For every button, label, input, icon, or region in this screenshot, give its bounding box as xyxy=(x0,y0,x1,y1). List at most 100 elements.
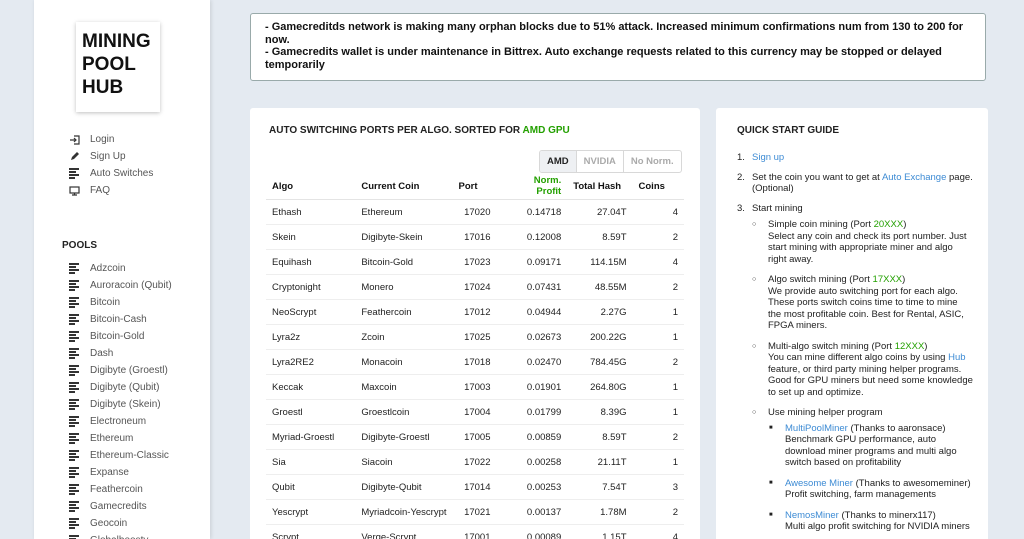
table-header-row: Algo Current Coin Port Norm. Profit Tota… xyxy=(266,173,684,200)
nav-auto-switches[interactable]: Auto Switches xyxy=(68,165,153,182)
col-profit[interactable]: Norm. Profit xyxy=(502,173,568,200)
circle-bullet-icon: ○ xyxy=(752,409,757,416)
list-icon xyxy=(68,483,80,496)
pool-item[interactable]: Dash xyxy=(68,345,172,362)
guide-body: 1. Sign up 2. Set the coin you want to g… xyxy=(737,152,973,539)
cell-profit: 0.00089 xyxy=(502,524,568,539)
cell-hash: 1.15T xyxy=(567,524,633,539)
pool-item-label: Bitcoin-Gold xyxy=(90,331,145,342)
cell-profit: 0.07431 xyxy=(502,274,568,300)
cell-coins: 4 xyxy=(632,199,684,225)
pool-item[interactable]: Ethereum xyxy=(68,430,172,447)
cell-hash: 2.27G xyxy=(567,299,633,325)
list-icon xyxy=(68,466,80,479)
cell-algo: Keccak xyxy=(266,374,356,400)
list-icon xyxy=(68,167,80,180)
multipoolminer-link[interactable]: MultiPoolMiner xyxy=(785,423,848,434)
table-row[interactable]: Groestl Groestlcoin 17004 0.01799 8.39G 1 xyxy=(266,399,684,425)
no-norm-button[interactable]: No Norm. xyxy=(622,151,681,172)
pool-item[interactable]: Digibyte (Qubit) xyxy=(68,379,172,396)
pool-item-label: Ethereum-Classic xyxy=(90,450,169,461)
site-logo[interactable]: MINING POOL HUB xyxy=(76,22,160,112)
cell-hash: 784.45G xyxy=(567,349,633,375)
pool-item[interactable]: Bitcoin xyxy=(68,294,172,311)
pool-item[interactable]: Feathercoin xyxy=(68,481,172,498)
pencil-icon xyxy=(68,151,80,162)
pool-item[interactable]: Bitcoin-Cash xyxy=(68,311,172,328)
cell-coins: 1 xyxy=(632,324,684,350)
table-row[interactable]: Myriad-Groestl Digibyte-Groestl 17005 0.008… xyxy=(266,424,684,450)
amd-button[interactable]: AMD xyxy=(540,151,576,172)
table-row[interactable]: Lyra2RE2 Monacoin 17018 0.02470 784.45G 2 xyxy=(266,349,684,375)
pool-item[interactable]: Electroneum xyxy=(68,413,172,430)
col-coin[interactable]: Current Coin xyxy=(355,173,453,200)
pool-item[interactable]: Gamecredits xyxy=(68,498,172,515)
nav-auto-switches-label: Auto Switches xyxy=(90,168,154,179)
ports-table: Algo Current Coin Port Norm. Profit Tota… xyxy=(266,173,684,539)
pool-item[interactable]: Adzcoin xyxy=(68,260,172,277)
pool-item[interactable]: Auroracoin (Qubit) xyxy=(68,277,172,294)
table-row[interactable]: Keccak Maxcoin 17003 0.01901 264.80G 1 xyxy=(266,374,684,400)
table-row[interactable]: Scrypt Verge-Scrypt 17001 0.00089 1.15T 4 xyxy=(266,524,684,539)
cell-coin: Digibyte-Groestl xyxy=(355,424,453,450)
cell-port: 17003 xyxy=(452,374,503,400)
col-hash[interactable]: Total Hash xyxy=(567,173,633,200)
awesome-miner-link[interactable]: Awesome Miner xyxy=(785,478,853,489)
col-coins[interactable]: Coins xyxy=(632,173,684,200)
hub-link[interactable]: Hub xyxy=(948,352,965,363)
auto-exchange-link[interactable]: Auto Exchange xyxy=(882,172,946,183)
signup-link[interactable]: Sign up xyxy=(752,152,784,163)
cell-algo: Ethash xyxy=(266,199,356,225)
cell-profit: 0.00253 xyxy=(502,474,568,500)
pool-item[interactable]: Digibyte (Groestl) xyxy=(68,362,172,379)
pool-item[interactable]: Expanse xyxy=(68,464,172,481)
table-row[interactable]: Sia Siacoin 17022 0.00258 21.11T 1 xyxy=(266,449,684,475)
quick-start-panel: QUICK START GUIDE 1. Sign up 2. Set the … xyxy=(716,108,988,539)
nav-signup[interactable]: Sign Up xyxy=(68,148,153,165)
nav-login[interactable]: Login xyxy=(68,131,153,148)
simple-mining-item: ○ Simple coin mining (Port 20XXX) Select … xyxy=(752,219,967,265)
nav-faq[interactable]: FAQ xyxy=(68,182,153,199)
list-icon xyxy=(68,364,80,377)
pools-heading: POOLS xyxy=(62,240,98,251)
table-row[interactable]: Qubit Digibyte-Qubit 17014 0.00253 7.54T 3 xyxy=(266,474,684,500)
square-bullet-icon: ■ xyxy=(769,479,773,486)
guide-step-3: 3. Start mining xyxy=(737,202,803,214)
table-row[interactable]: Cryptonight Monero 17024 0.07431 48.55M 2 xyxy=(266,274,684,300)
notice-line-1: - Gamecreditds network is making many or… xyxy=(265,21,964,46)
cell-algo: Cryptonight xyxy=(266,274,356,300)
cell-coins: 3 xyxy=(632,474,684,500)
cell-port: 17014 xyxy=(452,474,503,500)
cell-algo: Scrypt xyxy=(266,524,356,539)
ports-title-text: AUTO SWITCHING PORTS PER ALGO. SORTED FO… xyxy=(269,125,521,136)
table-row[interactable]: NeoScrypt Feathercoin 17012 0.04944 2.27G 1 xyxy=(266,299,684,325)
cell-coins: 1 xyxy=(632,449,684,475)
nemosminer-link[interactable]: NemosMiner xyxy=(785,510,839,521)
table-row[interactable]: Lyra2z Zcoin 17025 0.02673 200.22G 1 xyxy=(266,324,684,350)
cell-coins: 2 xyxy=(632,274,684,300)
nvidia-button[interactable]: NVIDIA xyxy=(575,151,623,172)
ports-title-highlight: AMD GPU xyxy=(522,125,570,136)
pool-item[interactable]: Geocoin xyxy=(68,515,172,532)
table-row[interactable]: Equihash Bitcoin-Gold 17023 0.09171 114.15M 4 xyxy=(266,249,684,275)
cell-coin: Digibyte-Skein xyxy=(355,224,453,250)
cell-coin: Digibyte-Qubit xyxy=(355,474,453,500)
table-row[interactable]: Skein Digibyte-Skein 17016 0.12008 8.59T 2 xyxy=(266,224,684,250)
cell-profit: 0.09171 xyxy=(502,249,568,275)
col-algo[interactable]: Algo xyxy=(266,173,356,200)
table-row[interactable]: Yescrypt Myriadcoin-Yescrypt 17021 0.00137 1… xyxy=(266,499,684,525)
list-icon xyxy=(68,296,80,309)
cell-hash: 7.54T xyxy=(567,474,633,500)
cell-port: 17025 xyxy=(452,324,503,350)
cell-port: 17023 xyxy=(452,249,503,275)
pool-item[interactable]: Ethereum-Classic xyxy=(68,447,172,464)
col-port[interactable]: Port xyxy=(452,173,503,200)
pool-item[interactable]: Bitcoin-Gold xyxy=(68,328,172,345)
square-bullet-icon: ■ xyxy=(769,511,773,518)
list-icon xyxy=(68,381,80,394)
multi-algo-item: ○ Multi-algo switch mining (Port 12XXX) Y… xyxy=(752,340,973,398)
pool-item[interactable]: Globalboosty xyxy=(68,532,172,539)
mining-modes-list: ○ Simple coin mining (Port 20XXX) Select … xyxy=(752,219,973,533)
pool-item[interactable]: Digibyte (Skein) xyxy=(68,396,172,413)
table-row[interactable]: Ethash Ethereum 17020 0.14718 27.04T 4 xyxy=(266,199,684,225)
